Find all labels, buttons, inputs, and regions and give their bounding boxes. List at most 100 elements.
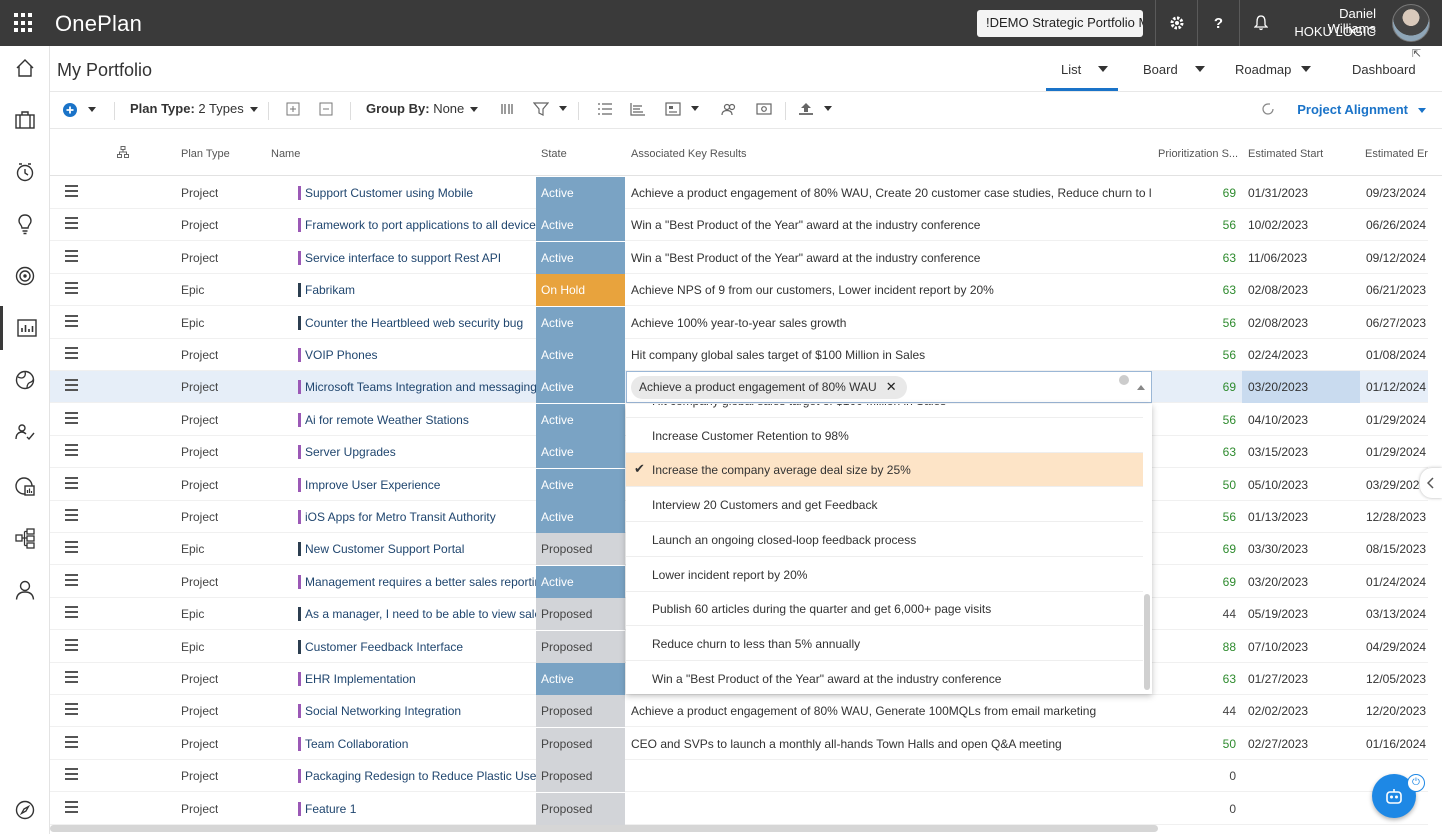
row-name-link[interactable]: Management requires a better sales repor… (298, 574, 536, 589)
power-icon[interactable]: ⏻ (1407, 774, 1425, 792)
table-row[interactable]: Epic Counter the Heartbleed web security … (50, 306, 1428, 339)
row-estimated-start[interactable]: 01/27/2023 (1248, 672, 1308, 686)
sidebar-item-ideas[interactable] (0, 202, 50, 246)
sidebar-item-resources[interactable] (0, 410, 50, 454)
row-estimated-end[interactable]: 06/26/2024 (1366, 218, 1426, 232)
row-estimated-end[interactable]: 06/21/2023 (1366, 283, 1426, 297)
row-name-link[interactable]: EHR Implementation (298, 672, 536, 686)
sidebar-item-structure[interactable] (0, 516, 50, 560)
table-row[interactable]: Project Packaging Redesign to Reduce Plas… (50, 760, 1428, 793)
group-by-filter[interactable]: Group By: None (366, 101, 479, 116)
row-estimated-end[interactable]: 03/13/2024 (1366, 607, 1426, 621)
help-button[interactable]: ? (1197, 0, 1239, 46)
export-button[interactable] (798, 102, 833, 121)
row-state[interactable]: Active (536, 403, 625, 436)
row-estimated-end[interactable]: 06/27/2023 (1366, 316, 1426, 330)
row-name-link[interactable]: Feature 1 (298, 801, 536, 816)
row-name-link[interactable]: VOIP Phones (298, 348, 536, 362)
row-estimated-start[interactable]: 01/13/2023 (1248, 510, 1308, 524)
row-estimated-start[interactable]: 02/27/2023 (1248, 737, 1308, 751)
row-estimated-start[interactable]: 03/15/2023 (1248, 445, 1308, 459)
row-state[interactable]: Active (536, 436, 625, 469)
row-state[interactable]: Active (536, 339, 625, 371)
row-estimated-end[interactable]: 09/12/2024 (1366, 251, 1426, 265)
roadmap-caret-icon[interactable] (1301, 66, 1311, 72)
row-estimated-end[interactable]: 01/12/2024 (1366, 380, 1426, 394)
dropdown-scrollbar[interactable] (1144, 594, 1150, 690)
row-estimated-start[interactable]: 02/08/2023 (1248, 316, 1308, 330)
row-estimated-end[interactable]: 08/15/2023 (1366, 542, 1426, 556)
app-launcher-icon[interactable] (14, 13, 34, 33)
row-drag-handle-icon[interactable] (65, 800, 79, 816)
row-drag-handle-icon[interactable] (65, 185, 79, 200)
plan-type-filter[interactable]: Plan Type: 2 Types (130, 101, 258, 116)
row-name-link[interactable]: Social Networking Integration (298, 704, 536, 719)
row-drag-handle-icon[interactable] (65, 476, 79, 492)
row-estimated-end[interactable]: 03/29/202 (1366, 478, 1419, 492)
row-state[interactable]: Active (536, 241, 625, 274)
col-estimated-end[interactable]: Estimated Er (1365, 148, 1442, 160)
row-estimated-start[interactable]: 02/08/2023 (1248, 283, 1308, 297)
align-button[interactable] (630, 102, 646, 121)
col-prioritization-score[interactable]: Prioritization S... (1158, 148, 1238, 160)
col-state[interactable]: State (541, 148, 567, 160)
row-drag-handle-icon[interactable] (65, 541, 79, 556)
row-name-link[interactable]: New Customer Support Portal (298, 542, 536, 557)
table-row[interactable]: Project Feature 1 Proposed 0 (50, 792, 1428, 825)
cost-button[interactable] (756, 102, 772, 121)
row-state[interactable]: Proposed (536, 760, 625, 793)
col-plan-type[interactable]: Plan Type (181, 148, 230, 160)
board-caret-icon[interactable] (1195, 66, 1205, 72)
tab-board[interactable]: Board (1143, 62, 1178, 77)
row-state[interactable]: Active (536, 468, 625, 501)
row-state[interactable]: Proposed (536, 533, 625, 566)
row-drag-handle-icon[interactable] (65, 347, 79, 362)
table-row[interactable]: Project VOIP Phones Active Hit company glob… (50, 339, 1428, 371)
row-name-link[interactable]: Customer Feedback Interface (298, 639, 536, 654)
row-estimated-end[interactable]: 09/23/2024 (1366, 186, 1426, 200)
row-name-link[interactable]: Ai for remote Weather Stations (298, 412, 536, 427)
row-drag-handle-icon[interactable] (65, 735, 79, 751)
col-associated-key-results[interactable]: Associated Key Results (631, 148, 747, 160)
row-estimated-start[interactable]: 01/31/2023 (1248, 186, 1308, 200)
sidebar-item-projects[interactable] (0, 98, 50, 142)
row-name-link[interactable]: Counter the Heartbleed web security bug (298, 315, 536, 330)
table-row[interactable]: Project Service interface to support Rest… (50, 241, 1428, 274)
row-name-link[interactable]: Improve User Experience (298, 477, 536, 492)
settings-button[interactable] (1155, 0, 1197, 46)
row-drag-handle-icon[interactable] (65, 638, 79, 654)
row-key-results[interactable]: Achieve a product engagement of 80% WAU,… (631, 704, 1151, 718)
row-name-link[interactable]: Team Collaboration (298, 736, 536, 751)
row-state[interactable]: Proposed (536, 727, 625, 760)
row-estimated-end[interactable]: 01/24/2024 (1366, 575, 1426, 589)
sidebar-item-profile[interactable] (0, 568, 50, 612)
row-estimated-start[interactable]: 04/10/2023 (1248, 413, 1308, 427)
view-selector[interactable]: Project Alignment (1297, 102, 1426, 117)
sidebar-item-home[interactable] (0, 46, 50, 90)
row-estimated-start[interactable]: 03/30/2023 (1248, 542, 1308, 556)
table-row[interactable]: Project Social Networking Integration Prop… (50, 695, 1428, 728)
row-name-link[interactable]: Server Upgrades (298, 445, 536, 460)
list-caret-icon[interactable] (1098, 66, 1108, 72)
row-estimated-start[interactable]: 02/24/2023 (1248, 348, 1308, 362)
row-name-link[interactable]: Support Customer using Mobile (298, 186, 536, 200)
row-state[interactable]: Active (536, 177, 625, 209)
row-drag-handle-icon[interactable] (65, 703, 79, 718)
list-view-button[interactable] (597, 102, 613, 121)
row-key-results[interactable]: Win a "Best Product of the Year" award a… (631, 218, 1151, 232)
notifications-button[interactable] (1239, 0, 1281, 46)
row-key-results[interactable]: CEO and SVPs to launch a monthly all-han… (631, 737, 1151, 751)
dropdown-option[interactable]: Hit company global sales target of $100 … (626, 404, 1143, 418)
row-state[interactable]: Active (536, 371, 625, 404)
row-name-link[interactable]: Fabrikam (298, 283, 536, 298)
sidebar-item-goals[interactable] (0, 254, 50, 298)
sidebar-item-explore[interactable] (0, 788, 50, 832)
row-drag-handle-icon[interactable] (65, 282, 79, 297)
dropdown-option[interactable]: Reduce churn to less than 5% annually (626, 627, 1143, 661)
columns-button[interactable] (500, 102, 514, 121)
row-state[interactable]: Proposed (536, 792, 625, 825)
row-drag-handle-icon[interactable] (65, 573, 79, 589)
row-estimated-start[interactable]: 11/06/2023 (1248, 251, 1307, 265)
row-drag-handle-icon[interactable] (65, 444, 79, 459)
row-drag-handle-icon[interactable] (65, 606, 79, 621)
